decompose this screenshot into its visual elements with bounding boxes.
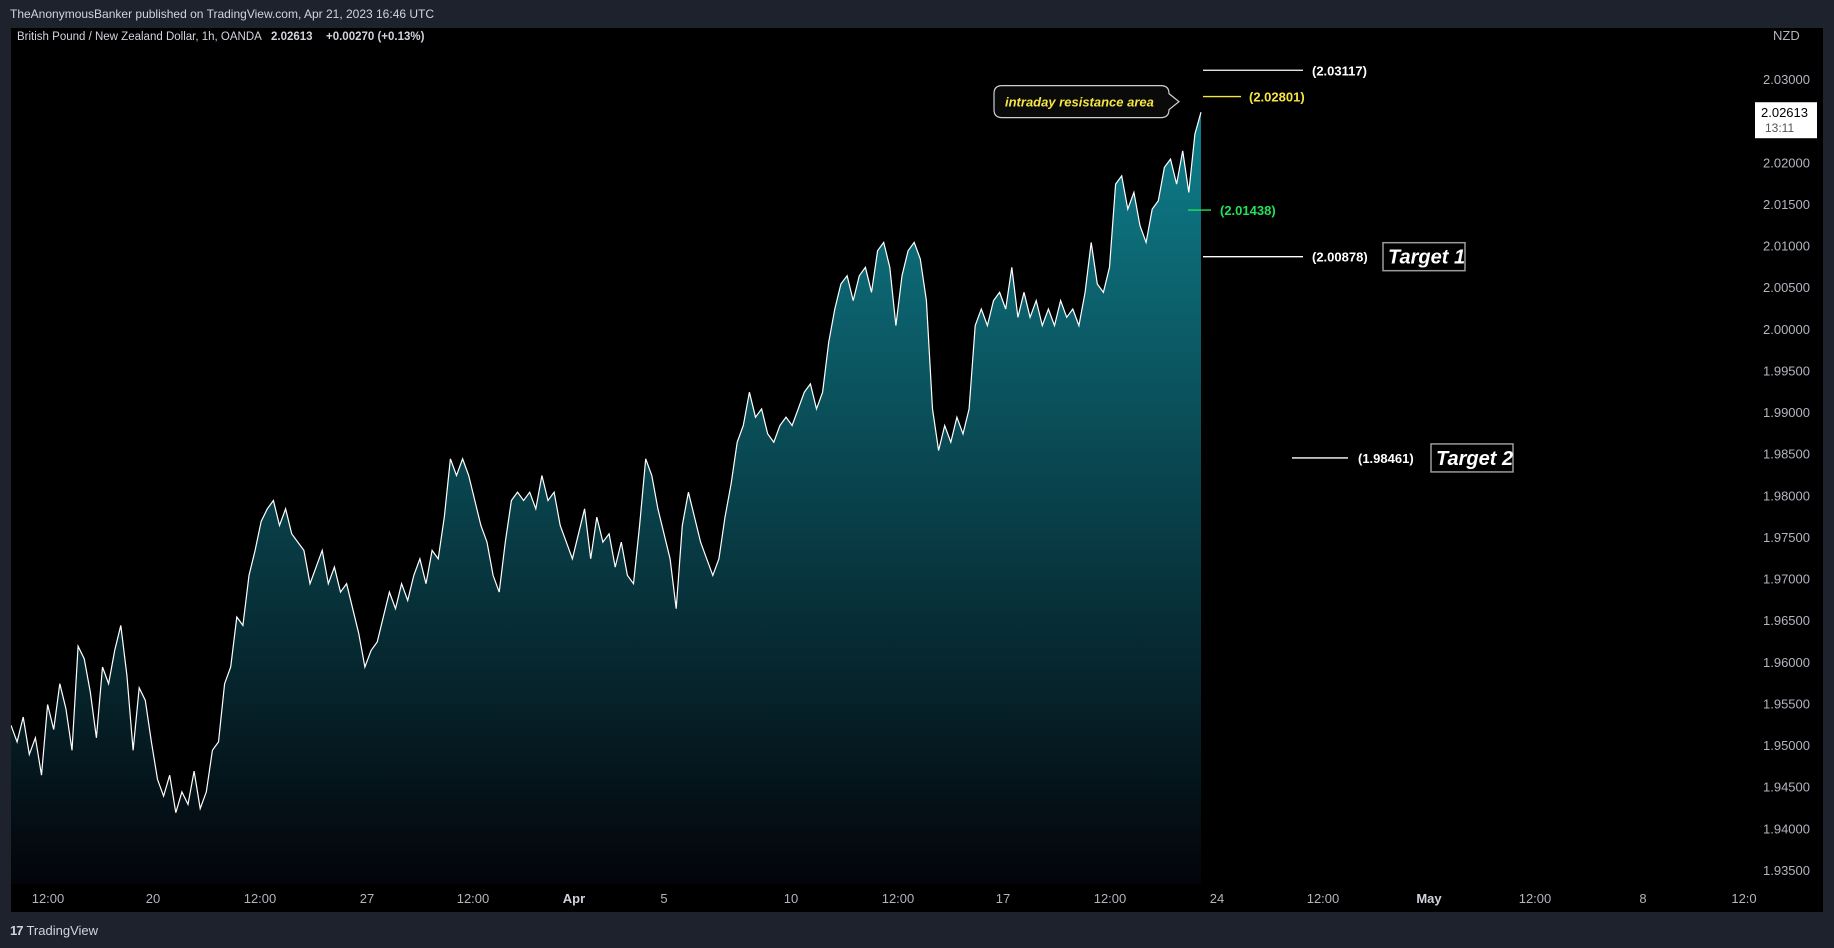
- level-label: (2.00878): [1312, 250, 1368, 265]
- countdown-label: 13:11: [1765, 121, 1794, 135]
- y-tick-label: 1.97500: [1763, 530, 1810, 545]
- y-tick-label: 1.94500: [1763, 780, 1810, 795]
- tradingview-logo-icon: 17: [10, 922, 24, 938]
- x-tick-label: 10: [784, 891, 798, 906]
- publish-info: TheAnonymousBanker published on TradingV…: [10, 7, 435, 21]
- y-tick-label: 1.95500: [1763, 696, 1810, 711]
- y-tick-label: 1.95000: [1763, 738, 1810, 753]
- price-chart[interactable]: (2.03117) (2.02801) (2.01438) (2.00878) (1.9…: [11, 28, 1823, 912]
- series-area-fill: [11, 112, 1201, 884]
- legend-change: +0.00270 (+0.13%): [326, 31, 425, 43]
- footer: 17 TradingView: [0, 912, 1834, 948]
- y-tick-label: 2.02000: [1763, 155, 1810, 170]
- legend-symbol: British Pound / New Zealand Dollar, 1h, …: [17, 31, 262, 43]
- x-tick-label: 12:0: [1731, 891, 1756, 906]
- level-label: (2.02801): [1249, 90, 1305, 105]
- target-label: Target 2: [1436, 448, 1513, 470]
- x-tick-label: May: [1416, 891, 1442, 906]
- y-tick-label: 2.01000: [1763, 239, 1810, 254]
- y-tick-label: 1.99500: [1763, 363, 1810, 378]
- x-tick-label: 8: [1639, 891, 1646, 906]
- y-tick-label: 1.93500: [1763, 863, 1810, 878]
- x-tick-label: 12:00: [882, 891, 915, 906]
- x-tick-label: 12:00: [1307, 891, 1340, 906]
- x-tick-label: 17: [996, 891, 1010, 906]
- level-label: (1.98461): [1358, 451, 1414, 466]
- x-tick-label: 5: [660, 891, 667, 906]
- y-tick-label: 1.97000: [1763, 572, 1810, 587]
- y-tick-label: 2.03000: [1763, 72, 1810, 87]
- level-label: (2.03117): [1312, 63, 1367, 78]
- x-tick-label: 24: [1210, 891, 1224, 906]
- y-tick-label: 2.01500: [1763, 197, 1810, 212]
- x-tick-label: 12:00: [244, 891, 277, 906]
- y-tick-label: 2.00500: [1763, 280, 1810, 295]
- y-tick-label: 1.96000: [1763, 655, 1810, 670]
- legend-last-price: 2.02613: [271, 31, 313, 43]
- y-tick-label: 1.94000: [1763, 821, 1810, 836]
- chart-area[interactable]: (2.03117) (2.02801) (2.01438) (2.00878) (1.9…: [11, 28, 1823, 912]
- x-tick-label: 27: [360, 891, 374, 906]
- x-tick-label: Apr: [563, 891, 585, 906]
- y-tick-label: 2.00000: [1763, 322, 1810, 337]
- x-tick-label: 20: [146, 891, 160, 906]
- x-tick-label: 12:00: [32, 891, 65, 906]
- target-label: Target 1: [1388, 247, 1465, 269]
- footer-brand[interactable]: TradingView: [26, 923, 98, 938]
- x-tick-label: 12:00: [457, 891, 490, 906]
- level-label: (2.01438): [1220, 203, 1276, 218]
- last-price-label: 2.02613: [1761, 105, 1808, 120]
- x-tick-label: 12:00: [1094, 891, 1127, 906]
- y-tick-label: 1.96500: [1763, 613, 1810, 628]
- x-tick-label: 12:00: [1519, 891, 1552, 906]
- y-tick-label: 1.98500: [1763, 447, 1810, 462]
- y-tick-label: 1.98000: [1763, 488, 1810, 503]
- annotation-text: intraday resistance area: [1005, 95, 1154, 110]
- y-tick-label: 1.99000: [1763, 405, 1810, 420]
- currency-label: NZD: [1773, 28, 1800, 43]
